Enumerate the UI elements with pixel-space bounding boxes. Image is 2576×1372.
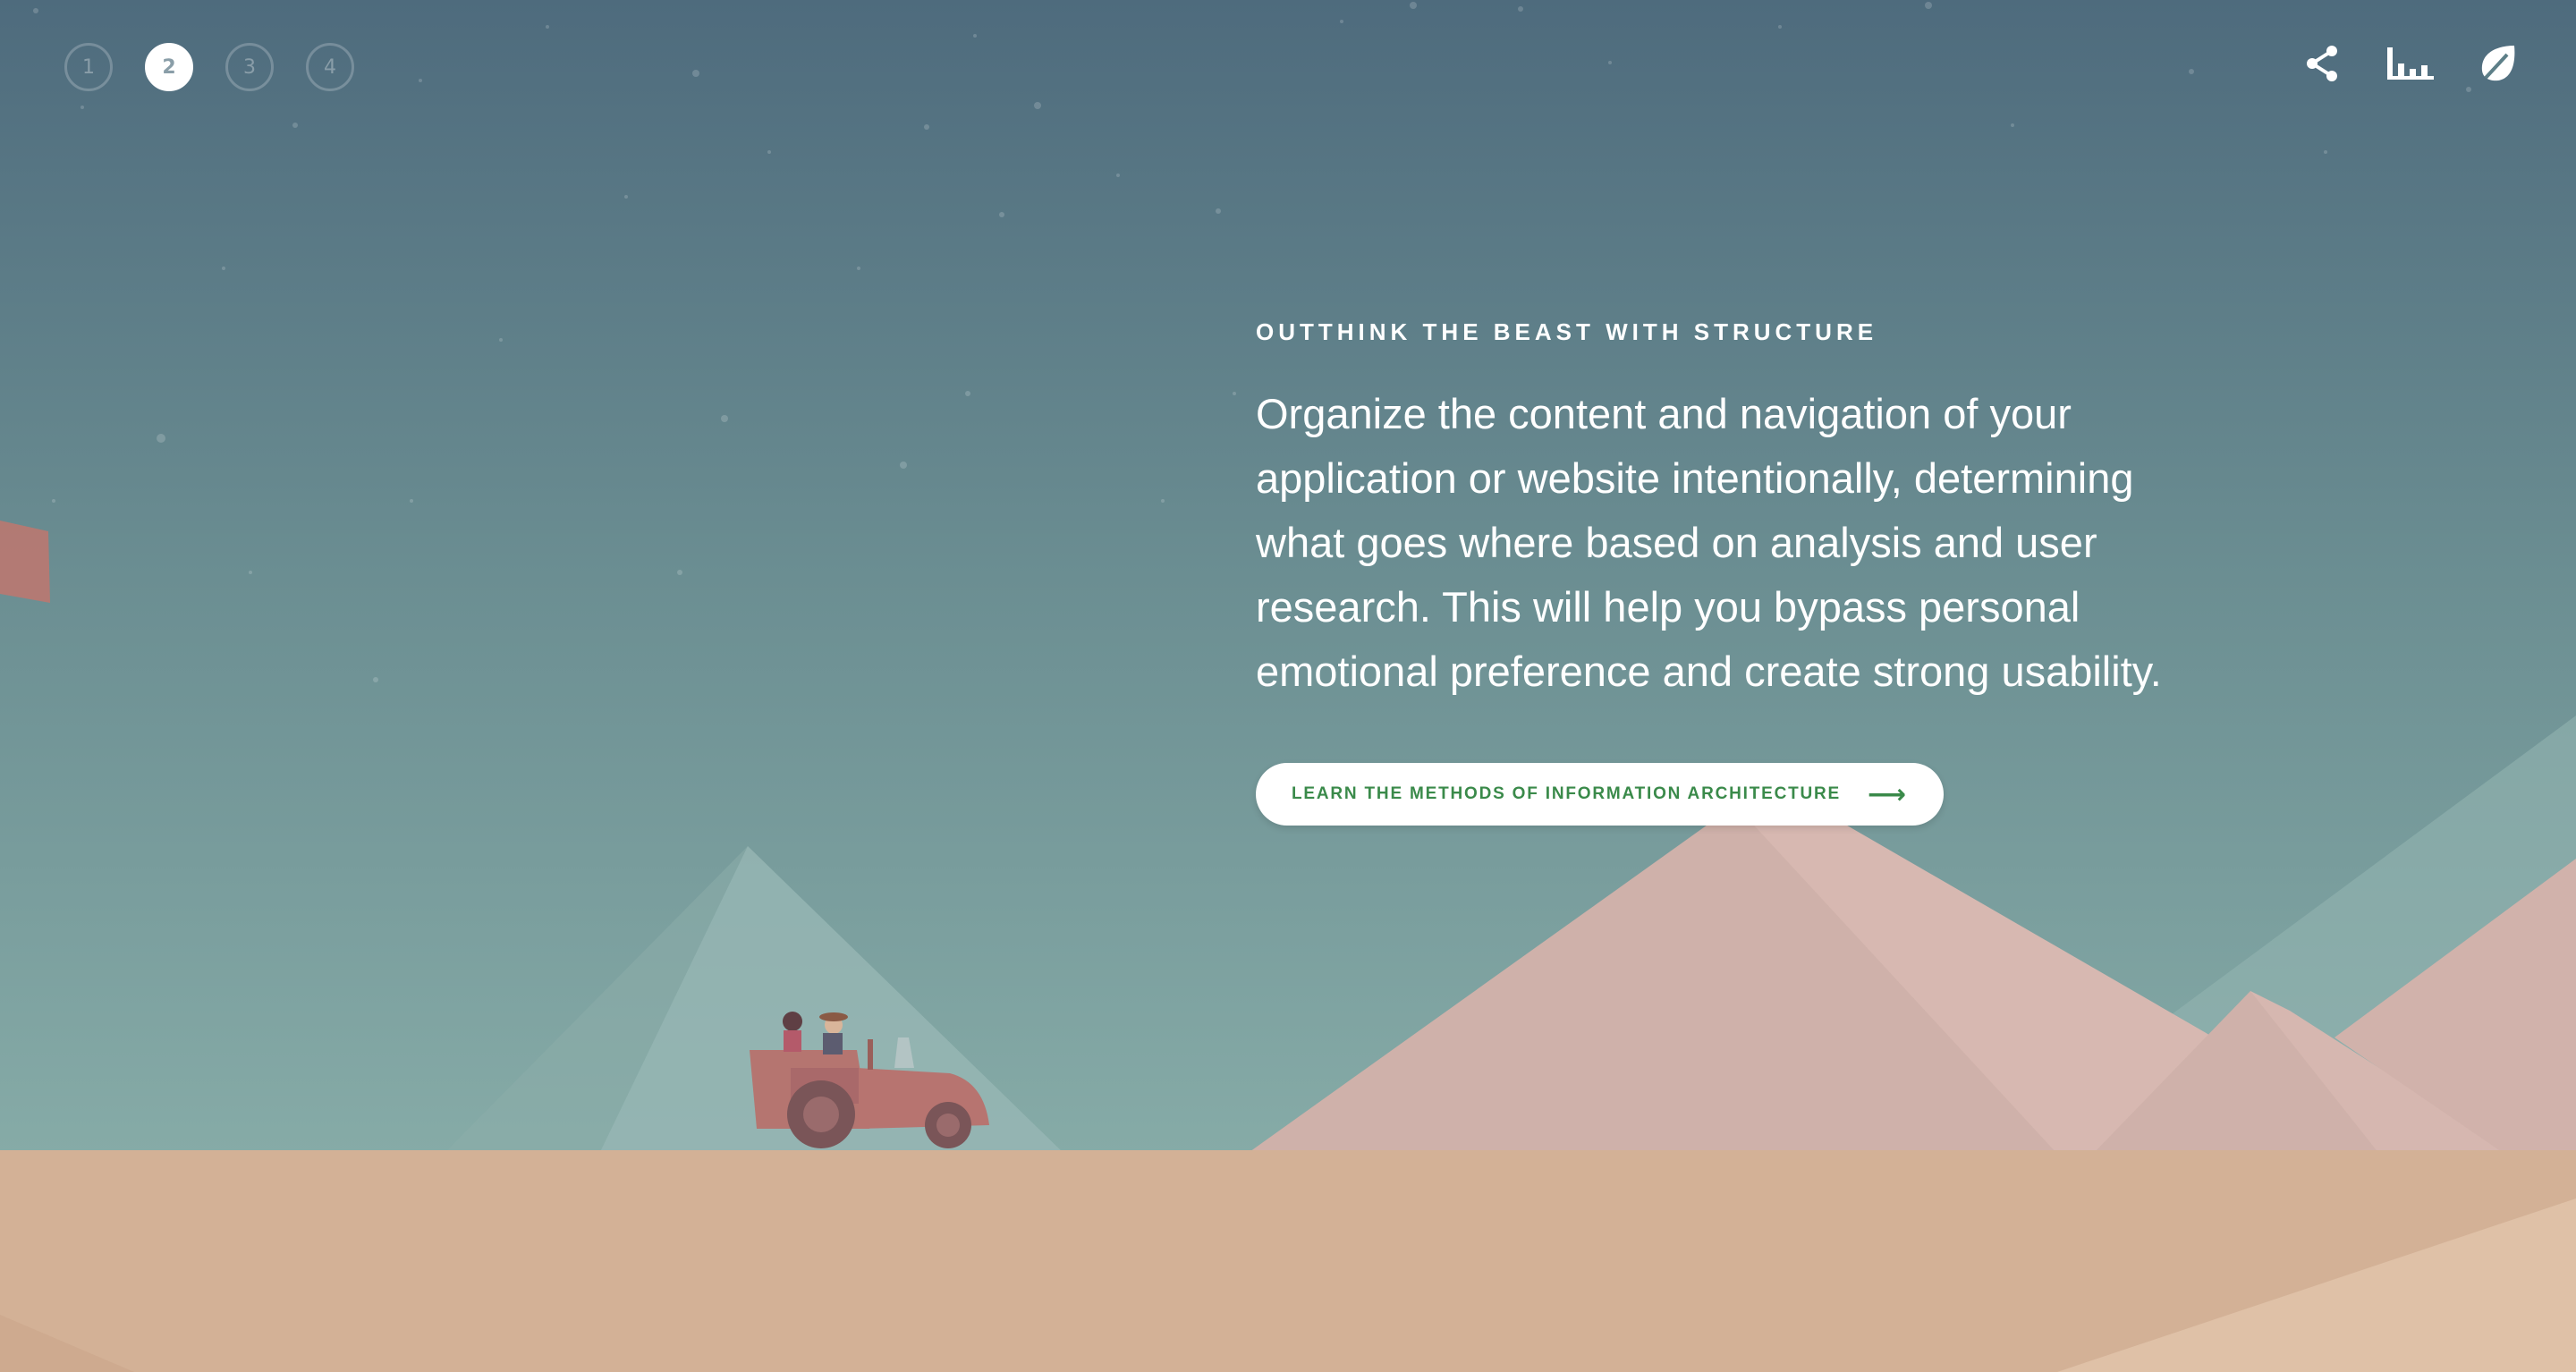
- section-heading: OUTTHINK THE BEAST WITH STRUCTURE: [1256, 318, 1878, 345]
- learn-methods-button[interactable]: LEARN THE METHODS OF INFORMATION ARCHITE…: [1256, 763, 1944, 826]
- step-navigation: 1 2 3 4: [64, 43, 354, 91]
- bar-chart-icon[interactable]: [2386, 39, 2435, 88]
- section-description: Organize the content and navigation of y…: [1256, 390, 2162, 695]
- step-1-button[interactable]: 1: [64, 43, 113, 91]
- top-right-toolbar: [2299, 39, 2522, 88]
- kite-shape: [0, 521, 50, 603]
- evernote-leaf-icon[interactable]: [2474, 39, 2522, 88]
- arrow-right-icon: ⟶: [1868, 778, 1908, 810]
- step-4-button[interactable]: 4: [306, 43, 354, 91]
- step-3-button[interactable]: 3: [225, 43, 274, 91]
- share-icon[interactable]: [2299, 39, 2347, 88]
- hero-content: OUTTHINK THE BEAST WITH STRUCTURE Organi…: [1256, 318, 2204, 826]
- learn-methods-label: LEARN THE METHODS OF INFORMATION ARCHITE…: [1292, 784, 1842, 803]
- step-2-button[interactable]: 2: [145, 43, 193, 91]
